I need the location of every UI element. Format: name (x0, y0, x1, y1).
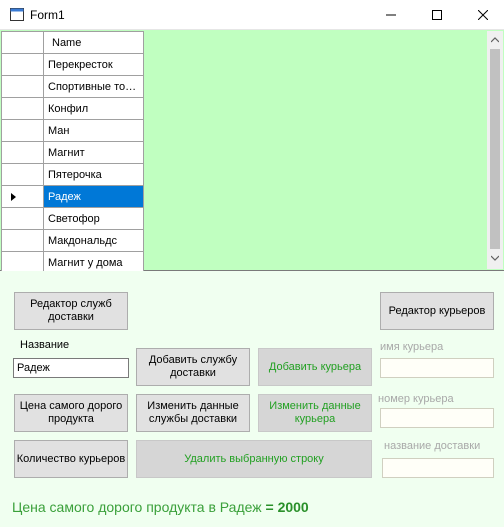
row-header[interactable] (1, 141, 44, 164)
edit-courier-button[interactable]: Изменить данные курьера (258, 394, 372, 432)
result-text: Цена самого дорого продукта в Радеж = 20… (12, 499, 309, 515)
couriers-editor-button[interactable]: Редактор курьеров (380, 292, 494, 330)
table-row[interactable]: Конфил (1, 97, 144, 120)
grid-cell[interactable]: Спортивные тов... (43, 75, 144, 98)
courier-number-input[interactable] (380, 408, 494, 428)
grid-cell[interactable]: Магнит (43, 141, 144, 164)
title-bar: Form1 (0, 0, 504, 30)
name-input[interactable] (13, 358, 129, 378)
name-label: Название (20, 339, 70, 351)
app-icon (10, 8, 24, 21)
grid-cell[interactable]: Пятерочка (43, 163, 144, 186)
courier-count-button[interactable]: Количество курьеров (14, 440, 128, 478)
grid-cell-selected[interactable]: Радеж (43, 185, 144, 208)
row-header[interactable] (1, 207, 44, 230)
table-row[interactable]: Светофор (1, 207, 144, 230)
max-price-button[interactable]: Цена самого дорого продукта (14, 394, 128, 432)
data-grid[interactable]: Name Перекресток Спортивные тов... Конфи… (0, 30, 504, 274)
result-value: = 2000 (265, 499, 309, 515)
maximize-icon (432, 10, 442, 20)
grid-header-row: Name (1, 31, 144, 54)
grid-cell[interactable]: Перекресток (43, 53, 144, 76)
grid-cell[interactable]: Макдональдс (43, 229, 144, 252)
grid-cell[interactable]: Ман (43, 119, 144, 142)
grid-cell[interactable]: Конфил (43, 97, 144, 120)
edit-delivery-button[interactable]: Изменить данные службы доставки (136, 394, 250, 432)
grid-table: Name Перекресток Спортивные тов... Конфи… (1, 31, 144, 274)
courier-number-label: номер курьера (378, 393, 454, 405)
close-icon (478, 10, 488, 20)
delivery-name-label: название доставки (384, 440, 481, 452)
table-row[interactable]: Магнит (1, 141, 144, 164)
scroll-up-icon[interactable] (491, 37, 499, 43)
close-button[interactable] (460, 0, 504, 30)
result-label: Цена самого дорого продукта в Радеж (12, 499, 262, 515)
scroll-down-icon[interactable] (491, 255, 499, 261)
maximize-button[interactable] (414, 0, 460, 30)
column-header-name[interactable]: Name (43, 31, 144, 54)
add-courier-button[interactable]: Добавить курьера (258, 348, 372, 386)
row-header-current[interactable] (1, 185, 44, 208)
delivery-editor-button[interactable]: Редактор служб доставки (14, 292, 128, 330)
add-delivery-button[interactable]: Добавить службу доставки (136, 348, 250, 386)
table-row-selected[interactable]: Радеж (1, 185, 144, 208)
minimize-button[interactable] (368, 0, 414, 30)
row-header[interactable] (1, 97, 44, 120)
delete-row-button[interactable]: Удалить выбранную строку (136, 440, 372, 478)
table-row[interactable]: Макдональдс (1, 229, 144, 252)
row-header[interactable] (1, 163, 44, 186)
table-row[interactable]: Пятерочка (1, 163, 144, 186)
table-row[interactable]: Спортивные тов... (1, 75, 144, 98)
vertical-scrollbar[interactable] (487, 31, 503, 269)
minimize-icon (386, 14, 396, 16)
window-title: Form1 (30, 8, 65, 22)
row-header[interactable] (1, 75, 44, 98)
current-row-arrow-icon (11, 193, 16, 201)
row-header[interactable] (1, 53, 44, 76)
courier-name-label: имя курьера (380, 341, 444, 353)
row-header[interactable] (1, 119, 44, 142)
table-row[interactable]: Ман (1, 119, 144, 142)
grid-corner-header[interactable] (1, 31, 44, 54)
grid-cell[interactable]: Светофор (43, 207, 144, 230)
courier-name-input[interactable] (380, 358, 494, 378)
delivery-name-input[interactable] (382, 458, 494, 478)
scrollbar-thumb[interactable] (490, 49, 500, 249)
row-header[interactable] (1, 229, 44, 252)
table-row[interactable]: Перекресток (1, 53, 144, 76)
